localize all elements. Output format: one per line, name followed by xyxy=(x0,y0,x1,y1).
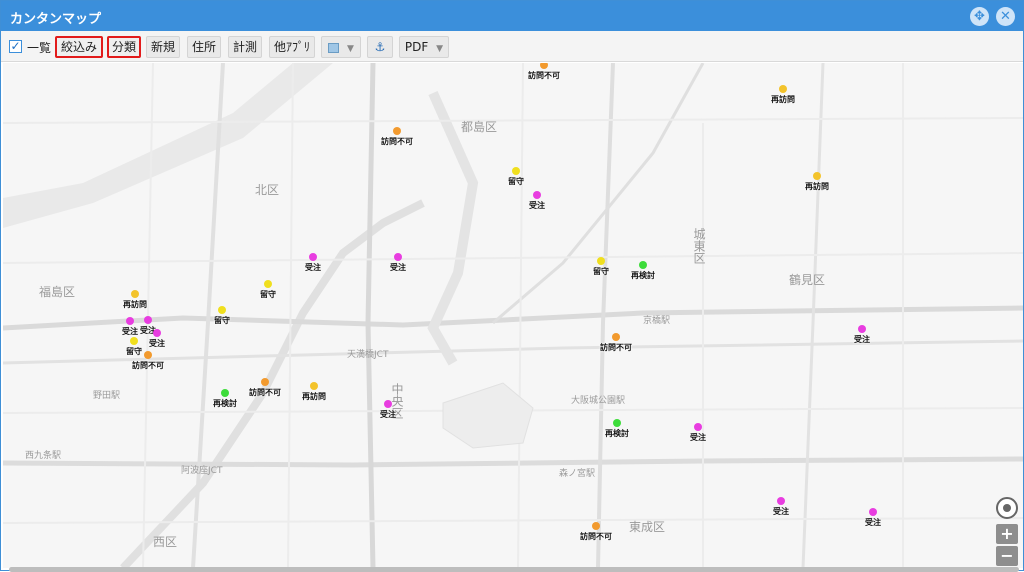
map-pin-label: 訪問不可 xyxy=(249,388,281,397)
map-pin-label: 再検討 xyxy=(605,429,629,438)
map-pin[interactable] xyxy=(144,351,152,359)
map-pin-label: 受注 xyxy=(865,518,881,527)
map-pin[interactable] xyxy=(858,325,866,333)
map-pin-label: 訪問不可 xyxy=(580,532,612,541)
move-icon[interactable]: ✥ xyxy=(970,7,989,26)
map-pin-label: 再検討 xyxy=(213,399,237,408)
map-pin[interactable] xyxy=(512,167,520,175)
map-label: 西区 xyxy=(153,535,178,549)
map-pin-label: 留守 xyxy=(126,347,142,356)
anchor-icon: ⚓ xyxy=(374,40,386,54)
list-label: 一覧 xyxy=(27,41,52,55)
zoom-out-button[interactable]: − xyxy=(996,546,1018,566)
map-pin-label: 訪問不可 xyxy=(381,137,413,146)
map-label: 鶴見区 xyxy=(789,273,826,287)
close-icon[interactable]: ✕ xyxy=(996,7,1015,26)
title-bar: カンタンマップ ✥ ✕ xyxy=(1,1,1023,31)
map-pin[interactable] xyxy=(221,389,229,397)
map-pin[interactable] xyxy=(777,497,785,505)
map-pin[interactable] xyxy=(131,290,139,298)
horizontal-scrollbar[interactable] xyxy=(9,567,1019,572)
map-label: 森ノ宮駅 xyxy=(559,469,596,479)
category-button[interactable]: 分類 xyxy=(107,36,141,58)
map-label: 福島区 xyxy=(39,285,76,299)
map-pin[interactable] xyxy=(779,85,787,93)
measure-button[interactable]: 計測 xyxy=(228,36,262,58)
map-pin[interactable] xyxy=(592,522,600,530)
map-pin-label: 受注 xyxy=(122,327,138,336)
map-pin[interactable] xyxy=(153,329,161,337)
map-pin-label: 再訪問 xyxy=(302,392,326,401)
filter-button[interactable]: 絞込み xyxy=(55,36,103,58)
map-label: 大阪城公園駅 xyxy=(571,396,626,406)
map-pin[interactable] xyxy=(310,382,318,390)
new-button[interactable]: 新規 xyxy=(146,36,180,58)
map-roads xyxy=(3,63,1023,568)
map-label: 西九条駅 xyxy=(25,451,62,461)
map-pin-label: 受注 xyxy=(149,339,165,348)
map-label: 京橋駅 xyxy=(643,316,671,326)
map-pin[interactable] xyxy=(639,261,647,269)
zoom-in-button[interactable]: + xyxy=(996,524,1018,544)
map-pin[interactable] xyxy=(533,191,541,199)
pdf-button[interactable]: PDF ▼ xyxy=(399,36,449,58)
map-pin[interactable] xyxy=(813,172,821,180)
map-pin-label: 留守 xyxy=(508,177,524,186)
map-pin[interactable] xyxy=(613,419,621,427)
address-button[interactable]: 住所 xyxy=(187,36,221,58)
map-pin-label: 留守 xyxy=(593,267,609,276)
kantan-map-window: カンタンマップ ✥ ✕ ✓ 一覧 絞込み 分類 新規 住所 計測 他ｱﾌﾟﾘ ▼… xyxy=(0,0,1024,572)
map-pin-label: 受注 xyxy=(854,335,870,344)
map-pin-label: 訪問不可 xyxy=(132,361,164,370)
anchor-button[interactable]: ⚓ xyxy=(367,36,393,58)
window-title: カンタンマップ xyxy=(10,12,102,27)
map-pin-label: 受注 xyxy=(690,433,706,442)
chevron-down-icon: ▼ xyxy=(346,44,354,54)
map-pin[interactable] xyxy=(612,333,620,341)
map-pin-label: 訪問不可 xyxy=(600,343,632,352)
map-pin[interactable] xyxy=(309,253,317,261)
map-pin[interactable] xyxy=(218,306,226,314)
map-pin-label: 留守 xyxy=(214,316,230,325)
map-pin-label: 受注 xyxy=(305,263,321,272)
map-pin-label: 受注 xyxy=(773,507,789,516)
chevron-down-icon: ▼ xyxy=(436,44,444,54)
map-label: 北区 xyxy=(255,183,280,197)
map-canvas[interactable]: 北区 都島区 城東区 鶴見区 福島区 中央区 東成区 西区 天満橋JCT 阿波座… xyxy=(3,63,1023,568)
map-label: 都島区 xyxy=(461,120,498,134)
map-label: 野田駅 xyxy=(93,391,121,401)
map-pin-label: 留守 xyxy=(260,290,276,299)
map-pin[interactable] xyxy=(130,337,138,345)
map-pin[interactable] xyxy=(144,316,152,324)
map-pin[interactable] xyxy=(394,253,402,261)
map-pin[interactable] xyxy=(384,400,392,408)
map-pin-label: 訪問不可 xyxy=(528,71,560,80)
list-checkbox[interactable]: ✓ xyxy=(9,40,22,53)
map-pin-label: 受注 xyxy=(529,201,545,210)
map-pin-label: 受注 xyxy=(390,263,406,272)
map-pin-label: 再訪問 xyxy=(805,182,829,191)
map-pin-label: 再訪問 xyxy=(123,300,147,309)
map-pin[interactable] xyxy=(261,378,269,386)
map-label: 城東区 xyxy=(692,228,706,264)
locate-icon[interactable] xyxy=(996,497,1018,519)
map-pin[interactable] xyxy=(869,508,877,516)
pdf-button-label: PDF xyxy=(404,40,429,54)
map-pin[interactable] xyxy=(126,317,134,325)
map-label: 東成区 xyxy=(629,520,666,534)
map-pin-label: 再訪問 xyxy=(771,95,795,104)
map-label: 阿波座JCT xyxy=(181,466,223,476)
map-pin-label: 受注 xyxy=(380,410,396,419)
map-label: 天満橋JCT xyxy=(347,350,389,360)
map-layer-icon xyxy=(328,42,340,53)
map-pin[interactable] xyxy=(393,127,401,135)
map-pin-label: 再検討 xyxy=(631,271,655,280)
other-apps-button[interactable]: 他ｱﾌﾟﾘ xyxy=(269,36,315,58)
map-layer-button[interactable]: ▼ xyxy=(321,36,361,58)
map-pin[interactable] xyxy=(597,257,605,265)
map-pin[interactable] xyxy=(264,280,272,288)
map-pin[interactable] xyxy=(694,423,702,431)
